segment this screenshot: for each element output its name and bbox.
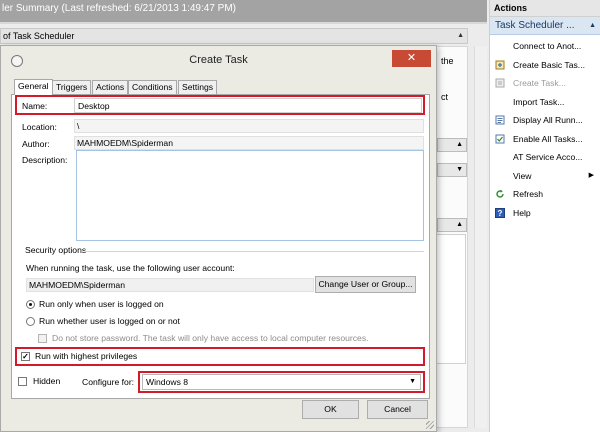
hidden-checkbox[interactable] [18,377,27,386]
chevron-up-icon: ▲ [456,141,463,148]
dialog-titlebar[interactable]: Create Task ✕ [1,46,436,74]
run-whether-label: Run whether user is logged on or not [39,316,180,326]
dialog-title: Create Task [189,54,248,66]
expand-button[interactable]: ▲ [437,218,467,232]
user-account-field: MAHMOEDM\Spiderman [26,278,314,292]
refresh-icon [496,189,504,198]
action-label: Help [513,207,531,218]
hidden-label: Hidden [33,376,61,386]
close-icon: ✕ [406,52,417,64]
collapse-triangle-icon[interactable]: ▲ [589,17,596,35]
ok-button[interactable]: OK [302,400,359,419]
action-label: Create Task... [513,78,566,88]
tab-general[interactable]: General [14,79,53,95]
author-label: Author: [22,139,50,149]
run-logged-on-label: Run only when user is logged on [39,299,164,309]
action-import-task[interactable]: Import Task... [490,93,600,112]
tab-triggers[interactable]: Triggers [52,80,92,94]
action-connect[interactable]: Connect to Anot... [490,37,600,56]
action-display-running[interactable]: Display All Runn... [490,111,600,130]
location-field: \ [74,119,424,133]
summary-header: ler Summary (Last refreshed: 6/21/2013 1… [0,0,487,22]
action-refresh[interactable]: Refresh [490,185,600,204]
description-textarea[interactable] [76,150,424,241]
action-label: Connect to Anot... [513,41,582,51]
create-task-dialog: Create Task ✕ General Triggers Actions C… [0,45,437,432]
submenu-arrow-icon: ▶ [588,171,594,179]
actions-pane-title: Actions [490,0,600,17]
security-options-title: Security options [25,245,87,255]
chevron-down-icon: ▼ [456,166,463,173]
action-enable-all[interactable]: Enable All Tasks... [490,130,600,149]
configure-for-label: Configure for: [82,377,135,387]
close-button[interactable]: ✕ [392,50,431,67]
name-highlight-box [15,95,425,115]
collapse-chevron-icon[interactable]: ▲ [457,32,464,39]
location-value: \ [77,121,80,131]
description-label: Description: [22,155,68,165]
action-label: View [513,170,532,181]
account-prompt: When running the task, use the following… [26,263,235,273]
svg-text:?: ? [498,209,503,218]
general-tab-content: Name: Desktop Location: \ Author: MAHMOE… [11,94,430,399]
section-bar[interactable]: of Task Scheduler ▲ [0,28,468,44]
change-user-button[interactable]: Change User or Group... [315,276,416,293]
background-list [436,234,466,364]
no-store-password-label: Do not store password. The task will onl… [52,333,369,343]
actions-group-header[interactable]: Task Scheduler ... ▲ [490,17,600,35]
action-label: Refresh [513,189,544,199]
display-running-tasks-icon [495,115,505,125]
expand-button[interactable]: ▲ [437,138,467,152]
privileges-highlight-box [15,347,425,366]
chevron-up-icon: ▲ [456,221,463,228]
action-view[interactable]: View ▶ [490,167,600,186]
background-text-fragment: ct [441,92,449,102]
tab-settings[interactable]: Settings [178,80,218,94]
tab-actions[interactable]: Actions [92,80,129,94]
action-label: Import Task... [513,96,565,107]
author-field: MAHMOEDM\Spiderman [74,136,424,150]
actions-group-title: Task Scheduler ... [495,20,575,31]
create-basic-task-icon [495,60,505,69]
actions-pane: Actions Task Scheduler ... ▲ Connect to … [489,0,600,432]
run-whether-radio[interactable] [26,317,35,326]
action-at-service[interactable]: AT Service Acco... [490,148,600,167]
main-scrollbar[interactable] [474,46,487,428]
action-help[interactable]: ? Help [490,204,600,223]
author-value: MAHMOEDM\Spiderman [77,138,173,148]
resize-grip[interactable] [426,421,434,429]
security-divider [84,251,424,252]
tab-conditions[interactable]: Conditions [128,80,177,94]
action-label: Display All Runn... [513,115,583,125]
action-create-task[interactable]: Create Task... [490,74,600,93]
run-logged-on-radio[interactable] [26,300,35,309]
help-icon: ? [495,207,505,218]
background-text-fragment: the [441,56,454,66]
no-store-password-checkbox[interactable] [38,334,47,343]
configure-highlight-box [138,371,425,393]
action-label: Create Basic Tas... [513,59,585,70]
cancel-button[interactable]: Cancel [367,400,428,419]
action-label: AT Service Acco... [513,152,583,162]
dropdown-button[interactable]: ▼ [437,163,467,177]
action-label: Enable All Tasks... [513,133,583,144]
header-separator [0,22,487,24]
create-task-icon [495,78,505,88]
actions-list: Connect to Anot... Create Basic Tas... C… [490,35,600,222]
location-label: Location: [22,122,57,132]
enable-all-tasks-icon [495,134,505,143]
action-create-basic-task[interactable]: Create Basic Tas... [490,56,600,75]
section-title: of Task Scheduler [3,31,75,41]
